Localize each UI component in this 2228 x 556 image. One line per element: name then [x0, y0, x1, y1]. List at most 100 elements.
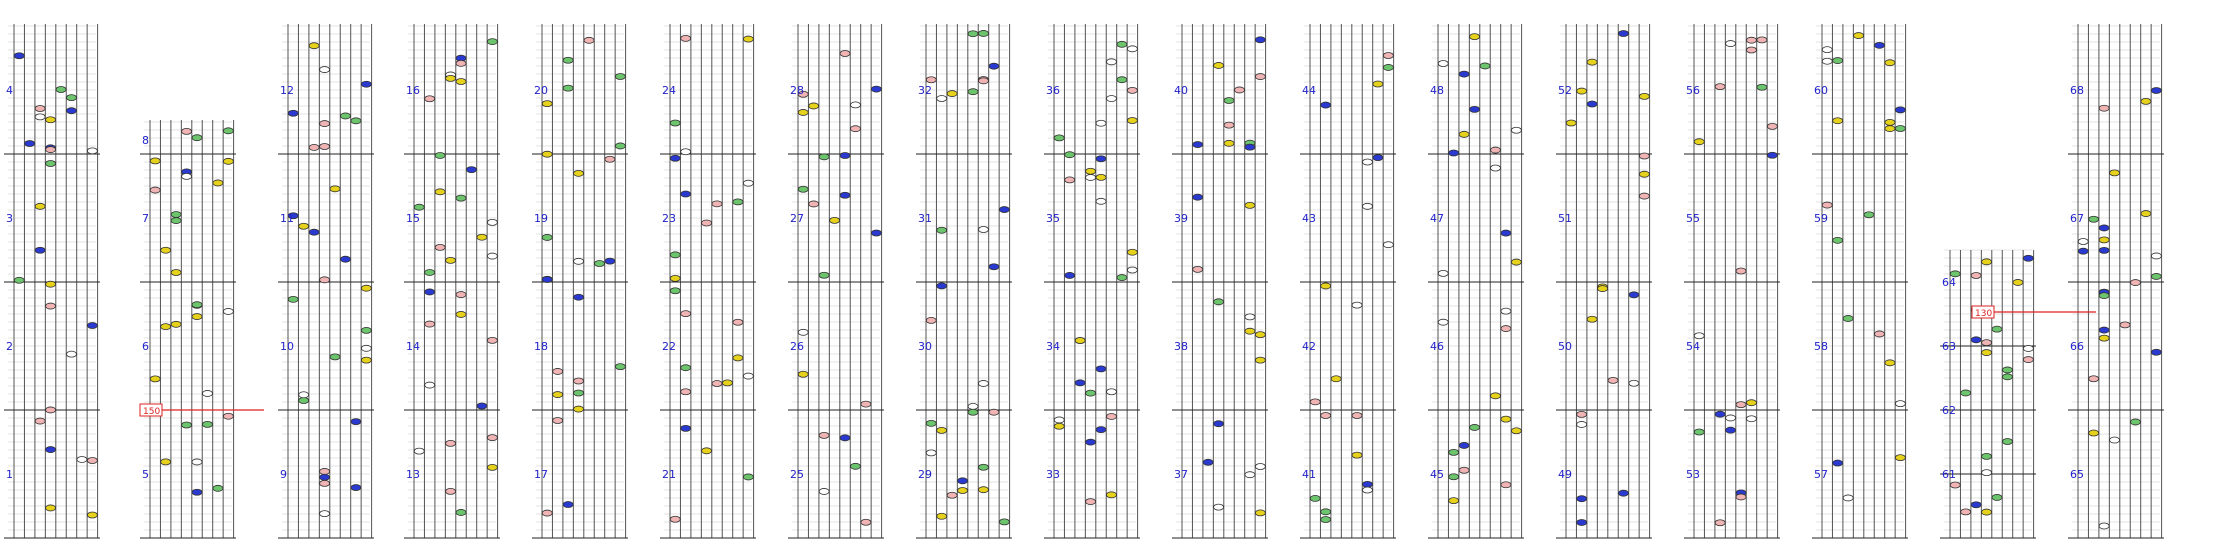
note	[1960, 508, 1972, 516]
note	[1053, 134, 1065, 142]
note	[170, 217, 182, 224]
note	[669, 287, 681, 295]
note	[1735, 493, 1747, 501]
note	[1126, 248, 1138, 256]
note	[1894, 106, 1906, 114]
note	[181, 421, 192, 429]
measure-label: 23	[662, 212, 676, 225]
measure-label: 25	[790, 468, 804, 481]
note	[486, 434, 498, 442]
note	[1192, 265, 1204, 273]
note	[978, 486, 989, 494]
note	[1320, 101, 1332, 109]
note	[308, 42, 320, 50]
note	[573, 389, 584, 397]
note	[13, 52, 25, 60]
note	[2022, 356, 2034, 363]
measure-label: 6	[142, 340, 149, 353]
note	[340, 112, 351, 120]
measure-label: 54	[1686, 340, 1700, 353]
note	[1884, 59, 1896, 67]
note	[562, 501, 574, 508]
note	[1500, 481, 1512, 489]
note	[424, 288, 436, 296]
note	[486, 252, 498, 260]
note	[1309, 495, 1321, 502]
measure-label: 3	[6, 212, 13, 225]
note	[936, 426, 948, 434]
measure-label: 40	[1174, 84, 1188, 97]
note	[212, 484, 224, 492]
note	[669, 251, 681, 259]
note	[2098, 326, 2110, 334]
note	[1746, 46, 1757, 54]
note	[1095, 173, 1107, 181]
note	[360, 284, 372, 292]
note	[1832, 57, 1844, 64]
note	[573, 377, 584, 385]
measure-label: 26	[790, 340, 804, 353]
note	[1949, 481, 1961, 489]
note	[1693, 332, 1705, 340]
note	[1192, 141, 1204, 148]
note	[1500, 325, 1512, 332]
note	[1458, 70, 1470, 78]
measure-label: 22	[662, 340, 676, 353]
note	[319, 276, 330, 284]
note	[486, 336, 498, 344]
measure-label: 59	[1814, 212, 1828, 225]
note	[870, 85, 882, 93]
note	[424, 95, 436, 103]
note	[1510, 126, 1522, 134]
note	[1832, 236, 1844, 244]
note	[1510, 427, 1522, 435]
note	[1490, 164, 1501, 172]
note	[149, 375, 161, 383]
note	[34, 202, 46, 210]
note	[2109, 169, 2120, 177]
note	[2088, 429, 2100, 437]
note	[573, 169, 584, 177]
note	[541, 276, 553, 283]
note	[680, 190, 692, 198]
note	[2002, 438, 2013, 445]
note	[1991, 494, 2003, 501]
note	[2088, 375, 2100, 383]
note	[319, 479, 330, 487]
note	[1565, 119, 1577, 127]
measure-label: 57	[1814, 468, 1828, 481]
note	[1863, 211, 1875, 219]
note	[1618, 30, 1629, 37]
note	[486, 38, 498, 45]
note	[340, 255, 351, 263]
note	[1213, 420, 1224, 428]
note	[1320, 282, 1332, 290]
note	[614, 142, 626, 150]
note	[45, 504, 56, 512]
note	[202, 420, 213, 428]
note	[818, 271, 830, 279]
note	[1095, 197, 1107, 205]
note	[680, 364, 692, 372]
note	[1874, 41, 1885, 49]
note	[1821, 46, 1833, 54]
note	[1638, 92, 1650, 100]
note	[445, 487, 456, 495]
note	[1628, 291, 1640, 299]
note	[1085, 498, 1096, 505]
note	[680, 34, 692, 42]
note	[2150, 252, 2162, 260]
note	[1714, 410, 1726, 418]
note	[1628, 379, 1640, 387]
measure-label: 30	[918, 340, 932, 353]
note	[1981, 349, 1992, 356]
note	[573, 293, 584, 301]
note	[1832, 117, 1844, 125]
note	[680, 424, 692, 432]
tempo-label: 150	[143, 407, 160, 417]
note	[455, 78, 467, 85]
note	[2002, 373, 2013, 381]
chart-column	[1684, 24, 1780, 539]
note	[1842, 315, 1854, 322]
note	[1479, 62, 1491, 70]
